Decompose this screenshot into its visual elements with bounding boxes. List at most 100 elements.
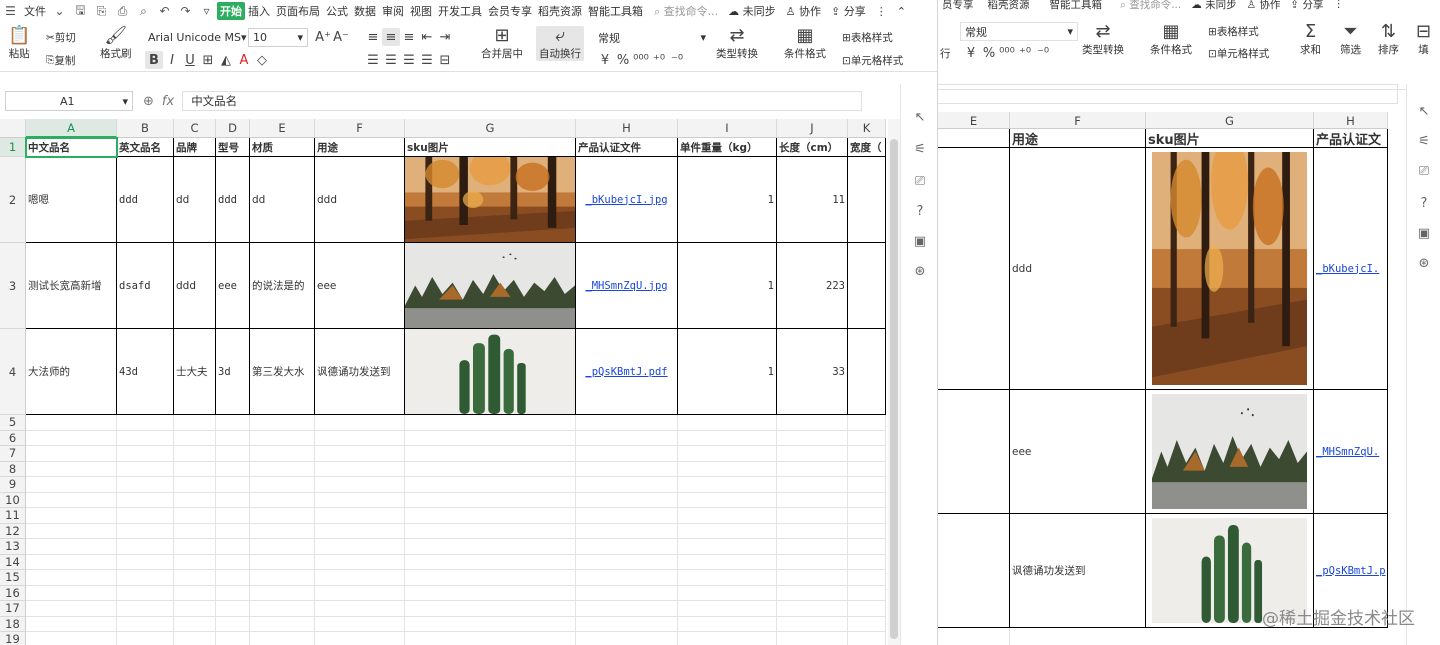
more-icon[interactable]: ⋮ [1333, 0, 1344, 10]
empty-cell[interactable] [405, 461, 576, 477]
conditional-format-button[interactable]: ▦ 条件格式 [784, 26, 826, 61]
row-header[interactable]: 12 [0, 523, 26, 539]
table-cell[interactable]: eee [1010, 390, 1146, 514]
table-cell[interactable]: ddd [1010, 148, 1146, 390]
font-increase-icon[interactable]: A⁺ [314, 28, 332, 46]
empty-cell[interactable] [848, 616, 886, 632]
compass-icon[interactable]: ⊛ [911, 264, 929, 282]
table-cell[interactable]: 嗯嗯 [26, 157, 117, 243]
customize-icon[interactable]: ▿ [198, 3, 215, 20]
empty-cell[interactable] [216, 570, 250, 586]
image-cell[interactable] [1146, 148, 1314, 390]
tab-data[interactable]: 数据 [351, 3, 379, 19]
empty-cell[interactable] [174, 585, 216, 601]
empty-cell[interactable] [777, 570, 848, 586]
header-cell[interactable]: 用途 [315, 138, 405, 157]
empty-cell[interactable] [174, 570, 216, 586]
conditional-format-button[interactable]: ▦ 条件格式 [1150, 22, 1192, 57]
table-cell[interactable]: dd [250, 157, 315, 243]
empty-cell[interactable] [405, 632, 576, 645]
empty-cell[interactable] [26, 430, 117, 446]
empty-cell[interactable] [26, 539, 117, 555]
empty-cell[interactable] [117, 415, 174, 431]
table-cell[interactable]: 1 [678, 329, 777, 415]
align-bottom-icon[interactable]: ≡ [400, 28, 418, 46]
empty-cell[interactable] [26, 554, 117, 570]
header-cell[interactable]: 宽度（ [848, 138, 886, 157]
empty-cell[interactable] [26, 461, 117, 477]
fill-button[interactable]: ⊟ 填 [1416, 22, 1431, 57]
header-cell[interactable]: 长度（cm） [777, 138, 848, 157]
column-header-j[interactable]: J [777, 119, 848, 138]
empty-cell[interactable] [315, 570, 405, 586]
empty-cell[interactable] [848, 415, 886, 431]
font-decrease-icon[interactable]: A⁻ [332, 28, 350, 46]
row-header[interactable]: 14 [0, 554, 26, 570]
empty-cell[interactable] [405, 430, 576, 446]
empty-cell[interactable] [777, 492, 848, 508]
empty-cell[interactable] [848, 523, 886, 539]
redo-icon[interactable]: ↷ [177, 3, 194, 20]
empty-cell[interactable] [315, 477, 405, 493]
empty-cell[interactable] [315, 632, 405, 645]
empty-cell[interactable] [576, 430, 678, 446]
italic-icon[interactable]: I [163, 51, 181, 69]
image-cell[interactable] [405, 243, 576, 329]
tab-home[interactable]: 开始 [217, 2, 245, 20]
align-right-icon[interactable]: ☰ [400, 51, 418, 69]
empty-cell[interactable] [250, 539, 315, 555]
empty-cell[interactable] [117, 616, 174, 632]
empty-cell[interactable] [117, 430, 174, 446]
empty-cell[interactable] [777, 477, 848, 493]
table-cell[interactable] [938, 390, 1010, 514]
table-cell[interactable]: ddd [315, 157, 405, 243]
empty-cell[interactable] [216, 554, 250, 570]
empty-cell[interactable] [576, 446, 678, 462]
row-header[interactable]: 13 [0, 539, 26, 555]
chevron-down-icon[interactable]: ⌄ [51, 3, 68, 20]
table-cell[interactable]: 讽德诵功发送到 [315, 329, 405, 415]
header-cell[interactable]: sku图片 [405, 138, 576, 157]
empty-cell[interactable] [576, 477, 678, 493]
help-icon[interactable]: ? [911, 204, 929, 222]
empty-cell[interactable] [174, 508, 216, 524]
row-header[interactable]: 10 [0, 492, 26, 508]
font-size-select[interactable]: 10 ▾ [248, 28, 308, 47]
column-header-h[interactable]: H [1314, 112, 1388, 129]
empty-cell[interactable] [777, 632, 848, 645]
row-header[interactable]: 2 [0, 157, 26, 243]
row-header[interactable]: 1 [0, 138, 26, 157]
header-cell[interactable]: 产品认证文 [1314, 129, 1388, 148]
empty-cell[interactable] [678, 539, 777, 555]
row-header[interactable]: 15 [0, 570, 26, 586]
table-cell[interactable]: 的说法是的 [250, 243, 315, 329]
empty-cell[interactable] [117, 508, 174, 524]
empty-cell[interactable] [26, 616, 117, 632]
empty-cell[interactable] [405, 477, 576, 493]
sheet-grid[interactable]: A B C D E F G H I J K 1 中文品名 英文品名 品牌 型号 材质 用途 sku图片 产品认证文件单… [0, 119, 886, 645]
table-cell[interactable]: 33 [777, 329, 848, 415]
empty-cell[interactable] [117, 492, 174, 508]
empty-cell[interactable] [216, 461, 250, 477]
column-header-c[interactable]: C [174, 119, 216, 138]
empty-cell[interactable] [216, 446, 250, 462]
header-cell[interactable]: 产品认证文件 [576, 138, 678, 157]
settings-sliders-icon[interactable]: ⚟ [911, 142, 929, 160]
empty-cell[interactable] [26, 508, 117, 524]
foggy-forest-image[interactable] [1152, 394, 1307, 509]
empty-cell[interactable] [174, 616, 216, 632]
empty-cell[interactable] [576, 585, 678, 601]
empty-cell[interactable] [848, 508, 886, 524]
cactus-image[interactable] [405, 329, 575, 414]
undo-icon[interactable]: ↶ [156, 3, 173, 20]
empty-cell[interactable] [174, 523, 216, 539]
empty-cell[interactable] [576, 523, 678, 539]
image-cell[interactable] [405, 157, 576, 243]
indent-decrease-icon[interactable]: ⇤ [418, 28, 436, 46]
empty-cell[interactable] [405, 508, 576, 524]
foggy-forest-image[interactable] [405, 243, 575, 328]
row-header[interactable]: 18 [0, 616, 26, 632]
empty-cell[interactable] [315, 539, 405, 555]
table-cell[interactable]: dsafd [117, 243, 174, 329]
column-header-f[interactable]: F [315, 119, 405, 138]
